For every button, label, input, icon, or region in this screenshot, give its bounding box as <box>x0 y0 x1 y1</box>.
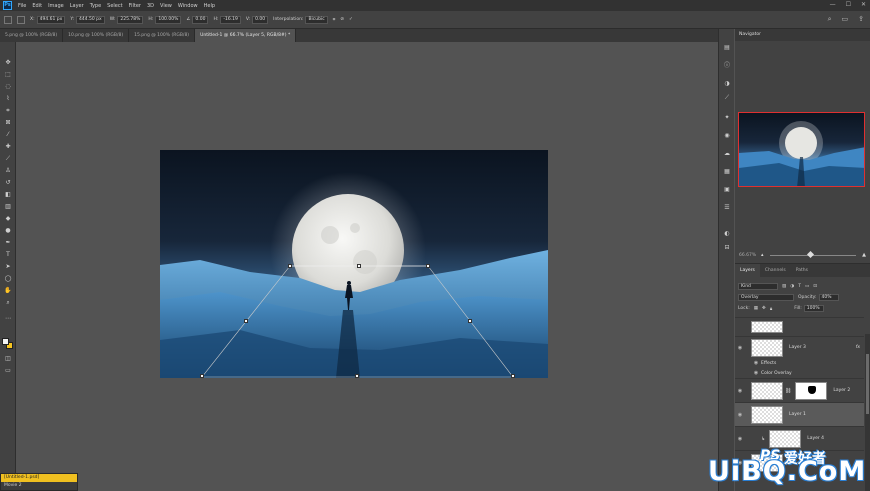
filter-pixel-icon[interactable]: ▨ <box>782 284 786 289</box>
lock-row: Lock: ▦ ✥ 🔒︎ Fill: 100% <box>735 303 870 314</box>
site-watermark: PS 爱好者 UiBQ.CoM <box>708 448 868 490</box>
layer-filter-row: Kind ▨ ◑ T ▭ ⊡ <box>735 281 870 292</box>
visibility-eye-icon[interactable]: ◉ <box>735 436 745 442</box>
foreground-color-swatch[interactable] <box>2 338 9 345</box>
blend-mode-select[interactable]: Overlay <box>738 294 794 301</box>
transform-handle-middle-left[interactable] <box>244 319 248 323</box>
tab-channels[interactable]: Channels <box>760 264 791 277</box>
zoom-slider-thumb[interactable] <box>806 250 814 258</box>
zoom-in-icon[interactable]: ▲ <box>862 252 866 258</box>
photoshop-window: Ps File Edit Image Layer Type Select Fil… <box>0 0 870 491</box>
visibility-eye-icon[interactable]: ◉ <box>735 412 745 418</box>
navigator-thumbnail <box>739 121 864 186</box>
layer-thumbnail <box>751 320 783 333</box>
filter-type-icon[interactable]: T <box>798 284 801 289</box>
transform-handle-middle-right[interactable] <box>468 319 472 323</box>
filter-smart-icon[interactable]: ⊡ <box>813 284 817 289</box>
layer-name: Layer 1 <box>789 412 806 417</box>
layer-thumbnail <box>769 429 802 448</box>
color-overlay-eye-icon[interactable]: ◉ <box>751 370 761 376</box>
color-panel-icon[interactable]: ◉ <box>722 131 732 141</box>
history-panel-icon[interactable]: ▤ <box>722 43 732 53</box>
layer-thumbnail <box>751 381 783 400</box>
filter-shape-icon[interactable]: ▭ <box>805 284 809 289</box>
zoom-out-icon[interactable]: ▴ <box>761 252 764 258</box>
mask-link-icon[interactable]: ⛓ <box>785 388 791 394</box>
layer-thumbnail <box>751 338 783 357</box>
transform-handle-top-left[interactable] <box>288 264 292 268</box>
character-panel-icon[interactable]: ⊟ <box>722 243 732 253</box>
layer-row-layer-2[interactable]: ◉ ⛓ Layer 2 <box>735 378 864 402</box>
transform-handle-bottom-left[interactable] <box>200 374 204 378</box>
adjustments-panel-icon[interactable]: ◑ <box>722 79 732 89</box>
layer-kind-filter[interactable]: Kind <box>738 283 778 290</box>
lock-position-icon[interactable]: ✥ <box>762 306 766 311</box>
layer-mask-thumbnail[interactable] <box>795 381 828 400</box>
layer-name: Layer 2 <box>833 388 851 393</box>
layer-effects-row[interactable]: ◉ Effects <box>735 358 864 368</box>
transform-handle-top-right[interactable] <box>426 264 430 268</box>
properties-panel-icon[interactable]: ☰ <box>722 203 732 213</box>
light-panel-icon[interactable]: ✦ <box>722 113 732 123</box>
filter-adjust-icon[interactable]: ◑ <box>790 284 794 289</box>
tab-paths[interactable]: Paths <box>791 264 813 277</box>
layer-row-layer-4[interactable]: ◉ ↳ Layer 4 <box>735 426 864 450</box>
layers-panel-tabs: Layers Channels Paths <box>735 264 870 277</box>
transform-handle-bottom-right[interactable] <box>511 374 515 378</box>
libraries-panel-icon[interactable]: ☁ <box>722 149 732 159</box>
color-overlay-effect-row[interactable]: ◉ Color Overlay <box>735 368 864 378</box>
swatches-panel-icon[interactable]: ▦ <box>722 167 732 177</box>
layers-scroll-thumb[interactable] <box>866 354 869 414</box>
lock-all-icon[interactable]: 🔒︎ <box>770 306 772 312</box>
watermark-main: UiBQ.CoM <box>708 456 867 487</box>
layer-thumbnail <box>751 405 783 424</box>
visibility-eye-icon[interactable]: ◉ <box>735 345 745 351</box>
layer-row-partial[interactable] <box>735 317 864 335</box>
navigator-preview[interactable] <box>738 112 865 187</box>
lock-pixels-icon[interactable]: ▦ <box>754 306 758 311</box>
info-panel-icon[interactable]: ⓘ <box>722 61 732 71</box>
layer-name: Layer 4 <box>807 436 825 441</box>
panel-icon-strip: ▤ ⓘ ◑ ⟋ ✦ ◉ ☁ ▦ ▣ ☰ ◐ ⊟ <box>718 29 734 491</box>
zoom-slider[interactable] <box>769 250 857 258</box>
history-mini-panel: [Untitled-1.psd] Movie 2 <box>0 473 78 491</box>
styles-panel-icon[interactable]: ▣ <box>722 185 732 195</box>
fx-badge[interactable]: fx <box>856 345 860 350</box>
visibility-eye-icon[interactable]: ◉ <box>735 388 745 394</box>
layer-name: Layer 3 <box>789 345 806 350</box>
navigator-tab[interactable]: Navigator <box>735 29 870 41</box>
effects-eye-icon[interactable]: ◉ <box>751 360 761 366</box>
layer-row-layer-1[interactable]: ◉ Layer 1 <box>735 402 864 426</box>
fill-field[interactable]: 100% <box>803 305 824 312</box>
tab-layers[interactable]: Layers <box>735 264 760 277</box>
navigator-panel: Navigator 66.67% ▴ ▲ <box>735 29 870 263</box>
blend-row: Overlay Opacity: 40% <box>735 292 870 303</box>
color-wheel-panel-icon[interactable]: ◐ <box>722 229 732 239</box>
history-item-file[interactable]: [Untitled-1.psd] <box>1 474 77 482</box>
layer-row-layer-3[interactable]: ◉ Layer 3 fx <box>735 336 864 358</box>
opacity-field[interactable]: 40% <box>818 294 839 301</box>
clipping-arrow-icon: ↳ <box>761 435 766 442</box>
history-item-movie[interactable]: Movie 2 <box>1 482 77 490</box>
brush-panel-icon[interactable]: ⟋ <box>722 93 732 103</box>
navigator-zoom: 66.67% ▴ ▲ <box>735 249 870 261</box>
transform-handle-bottom-center[interactable] <box>355 374 359 378</box>
zoom-value[interactable]: 66.67% <box>739 253 761 258</box>
transform-handle-top-center[interactable] <box>357 264 361 268</box>
